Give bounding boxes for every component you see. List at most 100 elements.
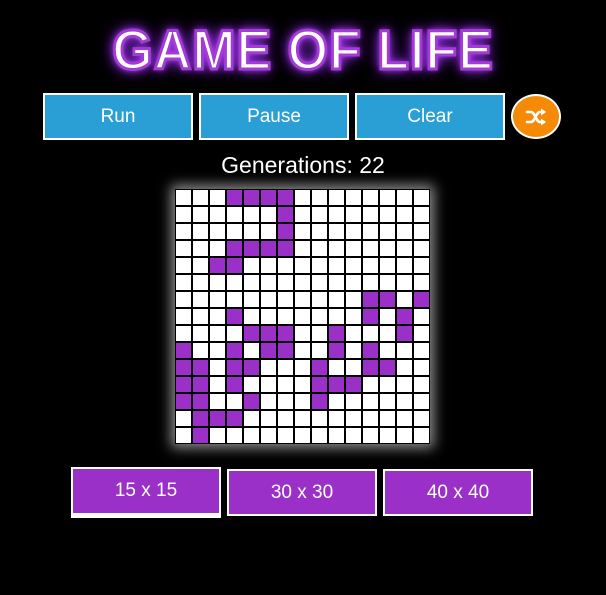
cell-dead[interactable] <box>328 291 345 308</box>
cell-dead[interactable] <box>311 308 328 325</box>
run-button[interactable]: Run <box>43 93 193 140</box>
cell-dead[interactable] <box>379 427 396 444</box>
cell-dead[interactable] <box>294 257 311 274</box>
cell-dead[interactable] <box>226 274 243 291</box>
cell-dead[interactable] <box>328 189 345 206</box>
cell-dead[interactable] <box>243 206 260 223</box>
cell-dead[interactable] <box>345 223 362 240</box>
cell-dead[interactable] <box>345 359 362 376</box>
cell-alive[interactable] <box>379 291 396 308</box>
cell-dead[interactable] <box>192 291 209 308</box>
cell-alive[interactable] <box>243 393 260 410</box>
cell-alive[interactable] <box>277 240 294 257</box>
cell-alive[interactable] <box>260 240 277 257</box>
cell-dead[interactable] <box>362 410 379 427</box>
cell-dead[interactable] <box>345 393 362 410</box>
cell-dead[interactable] <box>175 223 192 240</box>
cell-dead[interactable] <box>260 291 277 308</box>
cell-dead[interactable] <box>413 206 430 223</box>
cell-dead[interactable] <box>294 427 311 444</box>
cell-dead[interactable] <box>175 291 192 308</box>
cell-dead[interactable] <box>345 240 362 257</box>
cell-dead[interactable] <box>345 325 362 342</box>
cell-dead[interactable] <box>243 427 260 444</box>
cell-dead[interactable] <box>396 291 413 308</box>
cell-dead[interactable] <box>260 308 277 325</box>
cell-dead[interactable] <box>362 393 379 410</box>
cell-dead[interactable] <box>277 393 294 410</box>
cell-dead[interactable] <box>413 240 430 257</box>
cell-dead[interactable] <box>345 206 362 223</box>
cell-alive[interactable] <box>192 410 209 427</box>
cell-alive[interactable] <box>209 257 226 274</box>
cell-dead[interactable] <box>328 427 345 444</box>
cell-dead[interactable] <box>175 206 192 223</box>
cell-dead[interactable] <box>226 223 243 240</box>
cell-dead[interactable] <box>294 291 311 308</box>
cell-alive[interactable] <box>192 427 209 444</box>
cell-dead[interactable] <box>277 427 294 444</box>
cell-dead[interactable] <box>413 223 430 240</box>
cell-dead[interactable] <box>294 189 311 206</box>
cell-dead[interactable] <box>345 257 362 274</box>
cell-dead[interactable] <box>294 308 311 325</box>
cell-alive[interactable] <box>311 393 328 410</box>
cell-dead[interactable] <box>243 410 260 427</box>
cell-dead[interactable] <box>209 359 226 376</box>
cell-dead[interactable] <box>192 189 209 206</box>
cell-dead[interactable] <box>379 325 396 342</box>
cell-alive[interactable] <box>311 359 328 376</box>
cell-dead[interactable] <box>328 257 345 274</box>
cell-dead[interactable] <box>379 376 396 393</box>
cell-dead[interactable] <box>379 410 396 427</box>
cell-dead[interactable] <box>226 427 243 444</box>
cell-alive[interactable] <box>243 325 260 342</box>
cell-dead[interactable] <box>362 274 379 291</box>
cell-dead[interactable] <box>209 206 226 223</box>
cell-dead[interactable] <box>379 308 396 325</box>
cell-dead[interactable] <box>175 325 192 342</box>
cell-dead[interactable] <box>396 359 413 376</box>
cell-dead[interactable] <box>396 223 413 240</box>
cell-dead[interactable] <box>413 189 430 206</box>
cell-dead[interactable] <box>396 410 413 427</box>
cell-dead[interactable] <box>277 376 294 393</box>
cell-dead[interactable] <box>175 240 192 257</box>
cell-alive[interactable] <box>362 342 379 359</box>
life-grid[interactable] <box>175 189 430 444</box>
cell-alive[interactable] <box>209 410 226 427</box>
cell-alive[interactable] <box>413 291 430 308</box>
cell-dead[interactable] <box>345 189 362 206</box>
cell-dead[interactable] <box>413 325 430 342</box>
cell-dead[interactable] <box>192 257 209 274</box>
cell-alive[interactable] <box>328 376 345 393</box>
cell-dead[interactable] <box>243 291 260 308</box>
cell-dead[interactable] <box>328 359 345 376</box>
cell-dead[interactable] <box>260 257 277 274</box>
cell-dead[interactable] <box>192 223 209 240</box>
cell-dead[interactable] <box>175 427 192 444</box>
cell-alive[interactable] <box>362 359 379 376</box>
cell-dead[interactable] <box>345 427 362 444</box>
cell-dead[interactable] <box>345 291 362 308</box>
cell-dead[interactable] <box>260 274 277 291</box>
cell-dead[interactable] <box>260 223 277 240</box>
cell-dead[interactable] <box>379 274 396 291</box>
cell-dead[interactable] <box>226 206 243 223</box>
cell-dead[interactable] <box>379 240 396 257</box>
cell-dead[interactable] <box>294 393 311 410</box>
cell-dead[interactable] <box>294 240 311 257</box>
cell-alive[interactable] <box>243 359 260 376</box>
cell-dead[interactable] <box>277 308 294 325</box>
cell-alive[interactable] <box>226 410 243 427</box>
cell-dead[interactable] <box>294 376 311 393</box>
cell-alive[interactable] <box>192 376 209 393</box>
cell-dead[interactable] <box>328 308 345 325</box>
cell-dead[interactable] <box>311 325 328 342</box>
cell-dead[interactable] <box>311 189 328 206</box>
cell-alive[interactable] <box>226 257 243 274</box>
cell-dead[interactable] <box>379 257 396 274</box>
cell-alive[interactable] <box>260 342 277 359</box>
cell-dead[interactable] <box>294 223 311 240</box>
cell-dead[interactable] <box>362 325 379 342</box>
